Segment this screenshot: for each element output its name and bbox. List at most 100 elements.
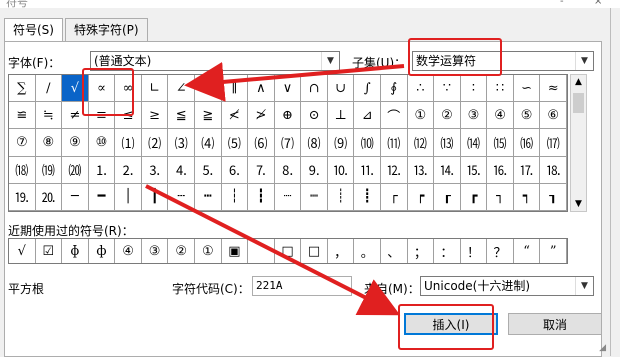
symbol-cell[interactable]: ≦ bbox=[168, 102, 195, 130]
recent-symbol-cell[interactable]: ， bbox=[328, 239, 355, 263]
symbol-cell[interactable]: ⊙ bbox=[301, 102, 328, 130]
symbol-cell[interactable]: ⑴ bbox=[115, 129, 142, 157]
symbol-cell[interactable]: ┏ bbox=[460, 183, 488, 211]
symbol-cell[interactable]: ∨ bbox=[274, 75, 302, 103]
symbol-cell[interactable]: ⒍ bbox=[221, 156, 249, 184]
symbol-cell[interactable]: ⑷ bbox=[194, 129, 222, 157]
symbol-cell[interactable]: ⒋ bbox=[168, 156, 195, 184]
symbol-cell[interactable]: ⑾ bbox=[380, 129, 408, 157]
symbol-cell[interactable]: ⑶ bbox=[168, 129, 195, 157]
scroll-thumb[interactable] bbox=[573, 93, 584, 113]
symbol-cell[interactable]: ≮ bbox=[221, 102, 249, 130]
symbol-cell[interactable]: ⑽ bbox=[354, 129, 381, 157]
grid-scrollbar[interactable]: ▲ ▼ bbox=[570, 74, 587, 212]
symbol-cell[interactable]: ⒇ bbox=[62, 156, 89, 184]
symbol-cell[interactable]: ⒙ bbox=[540, 156, 567, 184]
symbol-cell[interactable]: ⒒ bbox=[354, 156, 381, 184]
symbol-cell[interactable]: ⑥ bbox=[540, 102, 567, 130]
close-icon[interactable]: × bbox=[594, 0, 602, 7]
symbol-cell[interactable]: ⑨ bbox=[62, 129, 89, 157]
recent-symbol-cell[interactable]: □ bbox=[275, 239, 302, 263]
recent-symbol-cell[interactable]: ☑ bbox=[36, 239, 63, 263]
recent-symbol-cell[interactable]: ！ bbox=[461, 239, 488, 263]
symbol-cell[interactable]: ∣ bbox=[194, 75, 222, 103]
symbol-cell[interactable]: ┈ bbox=[274, 183, 302, 211]
symbol-cell[interactable]: ∩ bbox=[301, 75, 328, 103]
symbol-cell[interactable]: ∪ bbox=[327, 75, 355, 103]
symbol-cell[interactable]: ⒄ bbox=[540, 129, 567, 157]
recent-symbol-cell[interactable]: ф bbox=[89, 239, 116, 263]
symbol-cell[interactable]: ⌒ bbox=[380, 102, 408, 130]
symbol-cell[interactable]: ─ bbox=[62, 183, 89, 211]
symbol-cell[interactable]: ⒎ bbox=[248, 156, 275, 184]
symbol-cell[interactable]: ∽ bbox=[513, 75, 541, 103]
recent-symbol-cell[interactable]: 、 bbox=[381, 239, 408, 263]
subset-select[interactable]: 数学运算符 ▼ bbox=[412, 51, 594, 71]
symbol-cell[interactable]: ∴ bbox=[407, 75, 435, 103]
symbol-cell[interactable]: ∵ bbox=[434, 75, 461, 103]
recent-symbol-cell[interactable]: ④ bbox=[115, 239, 142, 263]
symbol-cell[interactable]: ⒘ bbox=[513, 156, 541, 184]
scroll-down-icon[interactable]: ▼ bbox=[571, 199, 586, 209]
symbol-cell[interactable]: ⒑ bbox=[327, 156, 355, 184]
symbol-cell[interactable]: ≡ bbox=[88, 102, 116, 130]
symbol-cell[interactable]: ∥ bbox=[221, 75, 249, 103]
symbol-cell[interactable]: ≠ bbox=[62, 102, 89, 130]
symbol-cell[interactable]: ⒀ bbox=[434, 129, 461, 157]
symbol-cell[interactable]: ⒚ bbox=[9, 183, 36, 211]
symbol-cell[interactable]: ┍ bbox=[407, 183, 435, 211]
symbol-cell[interactable]: ⒂ bbox=[487, 129, 514, 157]
symbol-cell[interactable]: ⊕ bbox=[274, 102, 302, 130]
from-select[interactable]: Unicode(十六进制) ▼ bbox=[420, 276, 594, 296]
symbol-cell[interactable]: ┆ bbox=[221, 183, 249, 211]
symbol-cell[interactable]: ⒃ bbox=[513, 129, 541, 157]
symbol-cell[interactable]: ∟ bbox=[141, 75, 169, 103]
symbol-cell[interactable]: ∮ bbox=[380, 75, 408, 103]
minimize-icon[interactable]: - bbox=[560, 0, 564, 7]
symbol-cell[interactable]: ┌ bbox=[380, 183, 408, 211]
symbol-cell[interactable]: ┎ bbox=[434, 183, 461, 211]
symbol-cell[interactable]: ∫ bbox=[354, 75, 381, 103]
symbol-cell[interactable]: ② bbox=[434, 102, 461, 130]
symbol-cell[interactable]: ⑵ bbox=[141, 129, 169, 157]
font-select[interactable]: (普通文本) ▼ bbox=[90, 51, 340, 71]
symbol-cell[interactable]: ⑹ bbox=[248, 129, 275, 157]
symbol-cell[interactable]: ⊥ bbox=[327, 102, 355, 130]
symbol-cell[interactable]: ∠ bbox=[168, 75, 195, 103]
recent-symbol-cell[interactable]: ？ bbox=[487, 239, 514, 263]
symbol-cell[interactable]: ≥ bbox=[141, 102, 169, 130]
symbol-cell[interactable]: ① bbox=[407, 102, 435, 130]
symbol-cell[interactable]: ⒓ bbox=[380, 156, 408, 184]
symbol-cell[interactable]: ⒛ bbox=[35, 183, 63, 211]
symbol-cell[interactable]: ⊿ bbox=[354, 102, 381, 130]
charcode-input[interactable]: 221A bbox=[252, 276, 352, 296]
symbol-cell[interactable]: ┑ bbox=[513, 183, 541, 211]
symbol-cell[interactable]: ⒅ bbox=[9, 156, 36, 184]
symbol-cell[interactable]: ⒔ bbox=[407, 156, 435, 184]
symbol-cell[interactable]: ┅ bbox=[194, 183, 222, 211]
symbol-cell[interactable]: ⒊ bbox=[141, 156, 169, 184]
recent-symbol-cell[interactable]: ▣ bbox=[222, 239, 249, 263]
symbol-cell[interactable]: ⑿ bbox=[407, 129, 435, 157]
symbol-cell[interactable]: ⒈ bbox=[88, 156, 116, 184]
tab-special-chars[interactable]: 特殊字符(P) bbox=[64, 18, 148, 41]
symbol-cell[interactable]: ⑤ bbox=[513, 102, 541, 130]
scroll-up-icon[interactable]: ▲ bbox=[571, 77, 586, 87]
symbol-cell[interactable]: ⑦ bbox=[9, 129, 36, 157]
symbol-cell[interactable]: ┉ bbox=[301, 183, 328, 211]
symbol-cell[interactable]: ⒌ bbox=[194, 156, 222, 184]
symbol-cell[interactable]: ┄ bbox=[168, 183, 195, 211]
symbol-cell[interactable]: ⒁ bbox=[460, 129, 488, 157]
insert-button[interactable]: 插入(I) bbox=[404, 313, 498, 335]
resize-grip-icon[interactable]: ◢ bbox=[599, 343, 606, 353]
symbol-cell[interactable]: ┋ bbox=[354, 183, 381, 211]
symbol-cell[interactable]: ≌ bbox=[9, 102, 36, 130]
symbol-cell[interactable]: ┇ bbox=[248, 183, 275, 211]
symbol-cell[interactable]: ≯ bbox=[248, 102, 275, 130]
symbol-cell[interactable]: ③ bbox=[460, 102, 488, 130]
symbol-cell[interactable]: ≧ bbox=[194, 102, 222, 130]
recent-symbol-cell[interactable]: √ bbox=[9, 239, 36, 263]
cancel-button[interactable]: 取消 bbox=[508, 313, 602, 335]
symbol-cell[interactable]: ┃ bbox=[141, 183, 169, 211]
recent-symbol-cell[interactable]: ② bbox=[168, 239, 195, 263]
